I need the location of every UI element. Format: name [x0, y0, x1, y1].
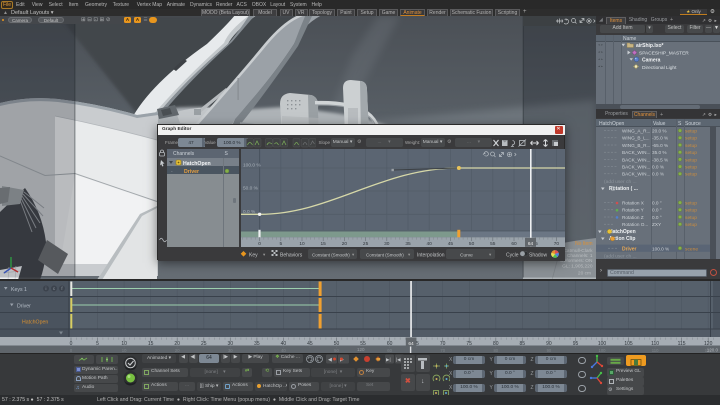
svg-text:setup: setup	[685, 150, 697, 156]
svg-text:HatchOpen: HatchOpen	[183, 160, 211, 166]
svg-text:45: 45	[307, 341, 313, 347]
svg-text:Constant (Smooth): Constant (Smooth)	[366, 252, 404, 257]
svg-text:GL: 1,905,220: GL: 1,905,220	[562, 264, 593, 270]
svg-text:120.0: 120.0	[707, 348, 719, 353]
svg-text:15: 15	[148, 341, 154, 347]
svg-text:Rotation O...: Rotation O...	[622, 222, 648, 227]
svg-text:Rotation Y: Rotation Y	[622, 208, 645, 213]
svg-text:WING_A_R...: WING_A_R...	[622, 129, 650, 134]
svg-text:WING_B_R...: WING_B_R...	[622, 143, 650, 148]
svg-text:90: 90	[546, 341, 552, 347]
svg-text:35.0 %: 35.0 %	[652, 150, 667, 155]
svg-text:10: 10	[121, 341, 127, 347]
svg-text:setup: setup	[685, 165, 697, 171]
svg-text:setup: setup	[685, 222, 697, 228]
svg-text:Cycle: Cycle	[506, 252, 519, 258]
svg-text:airShip.lxo*: airShip.lxo*	[636, 43, 664, 49]
svg-text:▶|: ▶|	[386, 357, 391, 362]
svg-text:95: 95	[573, 341, 579, 347]
svg-text:setup: setup	[685, 208, 697, 214]
svg-text:0.0 %: 0.0 %	[652, 165, 664, 170]
svg-text:80: 80	[493, 341, 499, 347]
svg-text:20 cm: 20 cm	[578, 271, 591, 277]
svg-text:-35.0 %: -35.0 %	[652, 136, 668, 141]
svg-text:BACK_WIN...: BACK_WIN...	[622, 165, 650, 170]
svg-text:Rotation ( ...: Rotation ( ...	[609, 186, 638, 192]
svg-text:Deformers: ON: Deformers: ON	[560, 258, 593, 264]
svg-text:c: c	[53, 286, 55, 291]
svg-text:(add user ch ...: (add user ch ...	[604, 254, 637, 260]
svg-text:55: 55	[360, 341, 366, 347]
svg-text:Camera: Camera	[642, 58, 661, 64]
svg-text:60: 60	[387, 341, 393, 347]
svg-text:50: 50	[334, 341, 340, 347]
svg-text:100.0 %: 100.0 %	[243, 162, 261, 168]
svg-text:-65.0 %: -65.0 %	[652, 143, 668, 148]
svg-text:setup: setup	[685, 157, 697, 163]
svg-text:110: 110	[651, 341, 659, 347]
svg-text:105: 105	[624, 341, 633, 347]
svg-text:50.0 %: 50.0 %	[243, 185, 259, 191]
svg-text:setup: setup	[685, 172, 697, 178]
svg-text:Driver: Driver	[622, 246, 637, 252]
svg-text:Curve: Curve	[460, 252, 473, 258]
svg-text:0.0 °: 0.0 °	[652, 215, 662, 220]
svg-text:120: 120	[357, 347, 365, 352]
svg-text:HatchOpen: HatchOpen	[609, 229, 636, 235]
svg-text:100.0 %: 100.0 %	[652, 246, 669, 251]
svg-text:-38.5 %: -38.5 %	[652, 157, 668, 162]
svg-text:35: 35	[254, 341, 260, 347]
svg-text:64: 64	[408, 341, 414, 347]
svg-text:0.0 °: 0.0 °	[652, 208, 662, 213]
svg-text:25: 25	[201, 341, 207, 347]
svg-text:Constant (Smooth): Constant (Smooth)	[312, 252, 350, 257]
svg-text:-: -	[171, 169, 173, 174]
svg-text:setup: setup	[685, 143, 697, 149]
svg-text:setup: setup	[685, 201, 697, 207]
svg-text:Interpolation: Interpolation	[417, 252, 445, 258]
svg-text:0.0 %: 0.0 %	[652, 172, 664, 177]
svg-text:scene: scene	[685, 247, 698, 252]
svg-text:◀: ◀	[328, 357, 332, 363]
svg-text:Rotation X: Rotation X	[622, 201, 645, 206]
svg-text:100: 100	[598, 341, 607, 347]
svg-text:setup: setup	[685, 136, 697, 142]
svg-text:20.0 %: 20.0 %	[652, 129, 667, 134]
svg-text:ZXY: ZXY	[652, 222, 662, 227]
svg-text:Shadow: Shadow	[529, 252, 547, 258]
svg-text:BACK_WIN...: BACK_WIN...	[622, 172, 650, 177]
svg-text:75: 75	[466, 341, 472, 347]
svg-text:BACK_WIN...: BACK_WIN...	[622, 157, 650, 162]
svg-text:20: 20	[174, 341, 180, 347]
svg-text:No Item: No Item	[575, 241, 593, 247]
svg-text:70: 70	[440, 341, 446, 347]
svg-text:30: 30	[228, 341, 234, 347]
svg-text:i: i	[46, 286, 47, 291]
svg-text:Directional Light: Directional Light	[642, 65, 677, 71]
svg-text:0: 0	[70, 341, 73, 347]
svg-text:BACK_WIN...: BACK_WIN...	[622, 150, 650, 155]
svg-text:WING_B_L...: WING_B_L...	[622, 136, 650, 141]
svg-text:setup: setup	[685, 215, 697, 221]
svg-text:(add user ch ...: (add user ch ...	[604, 179, 637, 185]
svg-text:Key: Key	[249, 252, 258, 258]
svg-text:115: 115	[678, 341, 686, 347]
svg-text:5: 5	[96, 341, 99, 347]
svg-text:Keys 1: Keys 1	[11, 287, 27, 293]
svg-text:0.0 °: 0.0 °	[652, 201, 662, 206]
svg-text:Driver: Driver	[184, 169, 199, 175]
svg-text:40: 40	[281, 341, 287, 347]
svg-text:HatchOpen: HatchOpen	[22, 320, 48, 326]
svg-text:SPACESHIP_MASTER: SPACESHIP_MASTER	[639, 51, 689, 57]
svg-text:Rotation Z: Rotation Z	[622, 215, 644, 220]
svg-text:setup: setup	[685, 129, 697, 135]
svg-text:120: 120	[704, 341, 713, 347]
svg-text:Driver: Driver	[17, 304, 31, 310]
svg-text:85: 85	[520, 341, 526, 347]
svg-text:Behaviors: Behaviors	[280, 252, 303, 258]
